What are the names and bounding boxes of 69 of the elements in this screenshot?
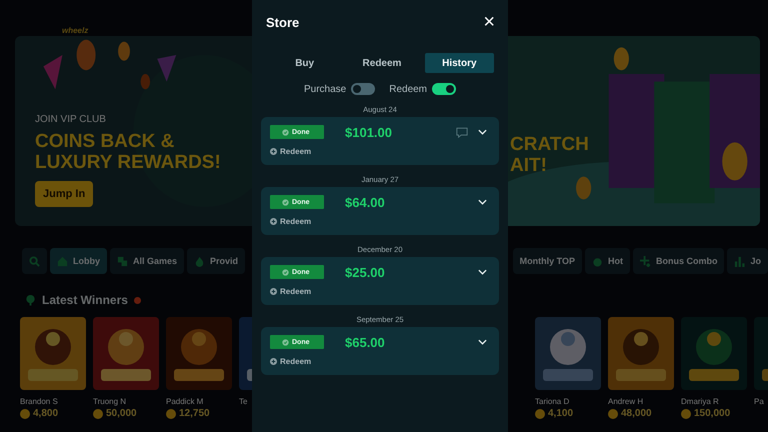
sparkle-icon: [640, 256, 651, 266]
coin-icon: [20, 408, 30, 418]
chevron-down-icon[interactable]: [478, 199, 487, 205]
bars-icon: [734, 256, 746, 266]
amount: $64.00: [345, 194, 386, 210]
chevron-down-icon[interactable]: [478, 129, 487, 135]
house-icon: [57, 256, 68, 266]
nav-tab[interactable]: Hot: [584, 248, 630, 274]
amount: $65.00: [345, 334, 386, 350]
coin-icon: [166, 408, 176, 418]
plus-circle-icon: [270, 148, 277, 155]
nav-tab[interactable]: Jo: [727, 248, 768, 274]
amount: $101.00: [345, 124, 393, 140]
section-title: Latest Winners: [42, 293, 128, 307]
chevron-down-icon[interactable]: [478, 339, 487, 345]
winner-name: Andrew H: [608, 397, 644, 406]
banner-kicker: JOIN VIP CLUB: [35, 114, 106, 125]
chevron-down-icon[interactable]: [478, 269, 487, 275]
tab[interactable]: Redeem: [347, 53, 417, 73]
banner-headline: CRATCH: [510, 134, 589, 155]
toggle-switch[interactable]: [351, 83, 376, 95]
live-dot: [134, 296, 141, 304]
tab[interactable]: History: [424, 53, 494, 73]
banner-headline: COINS BACK &: [35, 131, 174, 152]
banner-headline: LUXURY REWARDS!: [35, 152, 221, 173]
nav-tab[interactable]: Monthly TOP: [512, 248, 582, 274]
banner-headline: AIT!: [510, 155, 547, 176]
win-amount: 4,100: [548, 408, 574, 419]
tree-icon: [25, 294, 36, 306]
logo-text[interactable]: wheelz: [62, 26, 88, 35]
cards-icon: [117, 256, 128, 266]
transaction-type: Redeem: [280, 147, 312, 156]
coin-icon: [535, 408, 545, 418]
comment-icon[interactable]: [456, 126, 468, 138]
winner-name: Tariona D: [535, 397, 570, 406]
dialog-title: Store: [266, 14, 300, 30]
jump-in-button[interactable]: Jump In: [35, 181, 94, 207]
winner-name: Brandon S: [20, 397, 59, 406]
filter-label: Purchase: [304, 84, 346, 94]
coin-icon: [681, 408, 691, 418]
winner-name: Truong N: [93, 397, 128, 406]
filter-label: Redeem: [389, 84, 428, 94]
search-icon: [29, 256, 40, 266]
nav-tab[interactable]: All Games: [110, 248, 184, 274]
plus-circle-icon: [270, 358, 277, 365]
apple-icon: [592, 256, 603, 266]
transaction-type: Redeem: [280, 357, 312, 366]
nav-tab[interactable]: Bonus Combo: [632, 248, 724, 274]
close-button[interactable]: ×: [483, 13, 495, 31]
transaction-type: Redeem: [280, 287, 312, 296]
win-amount: 4,800: [33, 408, 58, 419]
plus-circle-icon: [270, 288, 277, 295]
coin-icon: [93, 408, 103, 418]
amount: $25.00: [345, 264, 386, 280]
win-amount: 12,750: [179, 408, 210, 419]
toggle-switch[interactable]: [432, 83, 456, 95]
winner-name: Dmariya R: [681, 397, 720, 406]
win-amount: 48,000: [621, 408, 652, 419]
win-amount: 50,000: [106, 408, 137, 419]
nav-tab[interactable]: Lobby: [50, 248, 107, 274]
win-amount: 150,000: [694, 408, 730, 419]
winner-name: Pa: [754, 397, 765, 406]
winner-name: Paddick M: [166, 397, 204, 406]
transaction-type: Redeem: [280, 217, 312, 226]
coin-icon: [608, 408, 618, 418]
nav-tab[interactable]: Provid: [187, 248, 246, 274]
plus-circle-icon: [270, 218, 277, 225]
winner-name: Te: [239, 397, 248, 406]
tab[interactable]: Buy: [270, 53, 340, 73]
